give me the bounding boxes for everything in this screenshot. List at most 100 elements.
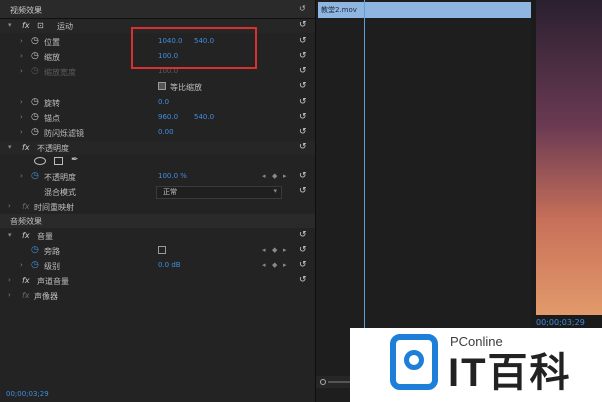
opacity-value[interactable]: 100.0 % (158, 172, 187, 180)
panner-label: 声像器 (34, 292, 58, 301)
transform-icon[interactable]: ⊡ (37, 21, 44, 30)
prev-keyframe-icon[interactable]: ◂ (262, 246, 266, 254)
reset-icon[interactable]: ↺ (299, 230, 307, 240)
antiflicker-value[interactable]: 0.00 (158, 128, 174, 136)
stopwatch-icon[interactable]: ◷ (31, 127, 39, 137)
current-timecode[interactable]: 00;00;03;29 (6, 390, 49, 398)
fx-icon[interactable]: fx (22, 231, 30, 240)
program-monitor-preview (536, 0, 602, 315)
collapse-triangle-icon[interactable]: ▾ (8, 231, 12, 239)
fx-icon[interactable]: fx (22, 276, 30, 285)
expand-triangle-icon: › (20, 67, 23, 75)
stopwatch-icon[interactable]: ◷ (31, 97, 39, 107)
uniform-scale-row[interactable]: 等比缩放 ↺ (0, 80, 315, 94)
rectangle-mask-icon[interactable] (54, 157, 63, 165)
volume-effect-row[interactable]: ▾ fx 音量 ↺ (0, 229, 315, 243)
stopwatch-icon[interactable]: ◷ (31, 51, 39, 61)
reset-icon[interactable]: ↺ (299, 260, 307, 270)
audio-effects-header: 音频效果 (0, 214, 315, 228)
reset-icon[interactable]: ↺ (299, 127, 307, 137)
next-keyframe-icon[interactable]: ▸ (283, 261, 287, 269)
ellipse-mask-icon[interactable] (34, 157, 46, 165)
bypass-label: 旁路 (44, 247, 60, 256)
panner-row[interactable]: › fx 声像器 (0, 289, 315, 303)
antiflicker-row[interactable]: › ◷ 防闪烁滤镜 0.00 ↺ (0, 126, 315, 140)
expand-triangle-icon[interactable]: › (8, 291, 11, 299)
reset-icon[interactable]: ↺ (299, 20, 307, 30)
level-value[interactable]: 0.0 dB (158, 261, 181, 269)
prev-keyframe-icon[interactable]: ◂ (262, 172, 266, 180)
pen-mask-icon[interactable]: ✒ (71, 155, 79, 165)
program-timecode[interactable]: 00;00;03;29 (536, 318, 585, 327)
collapse-triangle-icon[interactable]: ▾ (8, 21, 12, 29)
fx-icon: fx (22, 291, 30, 300)
add-keyframe-icon[interactable]: ◆ (272, 261, 277, 269)
stopwatch-icon[interactable]: ◷ (31, 36, 39, 46)
stopwatch-icon: ◷ (31, 66, 39, 76)
add-keyframe-icon[interactable]: ◆ (272, 172, 277, 180)
expand-triangle-icon[interactable]: › (20, 172, 23, 180)
scale-label: 缩放 (44, 53, 60, 62)
stopwatch-icon[interactable]: ◷ (31, 112, 39, 122)
rotation-row[interactable]: › ◷ 旋转 0.0 ↺ (0, 96, 315, 110)
expand-triangle-icon[interactable]: › (20, 113, 23, 121)
time-remap-row[interactable]: › fx 时间重映射 (0, 200, 315, 214)
audio-effects-title: 音频效果 (10, 217, 42, 226)
anchor-row[interactable]: › ◷ 锚点 960.0 540.0 ↺ (0, 111, 315, 125)
level-row[interactable]: › ◷ 级别 0.0 dB ◂ ◆ ▸ ↺ (0, 259, 315, 273)
fx-icon[interactable]: fx (22, 21, 30, 30)
fx-icon: fx (22, 202, 30, 211)
blend-mode-label: 混合模式 (44, 188, 76, 197)
opacity-effect-row[interactable]: ▾ fx 不透明度 ↺ (0, 141, 315, 155)
reset-icon[interactable]: ↺ (299, 142, 307, 152)
reset-icon[interactable]: ↺ (299, 245, 307, 255)
blend-mode-value: 正常 (163, 188, 177, 196)
reset-icon[interactable]: ↺ (299, 51, 307, 61)
clip-name: 教堂2.mov (321, 6, 357, 14)
reset-icon[interactable]: ↺ (299, 112, 307, 122)
prev-keyframe-icon[interactable]: ◂ (262, 261, 266, 269)
reset-icon[interactable]: ↺ (299, 36, 307, 46)
stopwatch-icon[interactable]: ◷ (31, 171, 39, 181)
uniform-scale-checkbox[interactable] (158, 82, 166, 90)
mask-tools-row: ✒ (0, 155, 315, 169)
level-label: 级别 (44, 262, 60, 271)
reset-icon[interactable]: ↺ (299, 4, 306, 13)
volume-label: 音量 (37, 232, 53, 241)
preview-image (536, 0, 602, 315)
anchor-x-value[interactable]: 960.0 (158, 113, 178, 121)
channel-volume-row[interactable]: › fx 声道音量 ↺ (0, 274, 315, 288)
expand-triangle-icon[interactable]: › (8, 276, 11, 284)
stopwatch-icon[interactable]: ◷ (31, 260, 39, 270)
stopwatch-icon[interactable]: ◷ (31, 245, 39, 255)
expand-triangle-icon[interactable]: › (20, 98, 23, 106)
timeline-clip[interactable]: 教堂2.mov (318, 2, 531, 18)
reset-icon[interactable]: ↺ (299, 81, 307, 91)
anchor-y-value[interactable]: 540.0 (194, 113, 214, 121)
fx-icon[interactable]: fx (22, 143, 30, 152)
expand-triangle-icon[interactable]: › (20, 37, 23, 45)
rotation-label: 旋转 (44, 99, 60, 108)
bypass-row[interactable]: ◷ 旁路 ◂ ◆ ▸ ↺ (0, 244, 315, 258)
blend-mode-dropdown[interactable]: 正常 ▾ (156, 186, 282, 199)
next-keyframe-icon[interactable]: ▸ (283, 172, 287, 180)
reset-icon[interactable]: ↺ (299, 275, 307, 285)
opacity-value-row[interactable]: › ◷ 不透明度 100.0 % ◂ ◆ ▸ ↺ (0, 170, 315, 184)
expand-triangle-icon[interactable]: › (20, 128, 23, 136)
reset-icon[interactable]: ↺ (299, 171, 307, 181)
rotation-value[interactable]: 0.0 (158, 98, 169, 106)
reset-icon[interactable]: ↺ (299, 66, 307, 76)
reset-icon[interactable]: ↺ (299, 97, 307, 107)
bypass-checkbox[interactable] (158, 246, 166, 254)
expand-triangle-icon[interactable]: › (8, 202, 11, 210)
collapse-triangle-icon[interactable]: ▾ (8, 143, 12, 151)
blend-mode-row[interactable]: 混合模式 正常 ▾ ↺ (0, 185, 315, 199)
expand-triangle-icon[interactable]: › (20, 52, 23, 60)
expand-triangle-icon[interactable]: › (20, 261, 23, 269)
highlight-box (131, 27, 257, 69)
next-keyframe-icon[interactable]: ▸ (283, 246, 287, 254)
scale-width-label: 缩放宽度 (44, 68, 76, 77)
reset-icon[interactable]: ↺ (299, 186, 307, 196)
add-keyframe-icon[interactable]: ◆ (272, 246, 277, 254)
zoom-handle[interactable] (320, 379, 326, 385)
